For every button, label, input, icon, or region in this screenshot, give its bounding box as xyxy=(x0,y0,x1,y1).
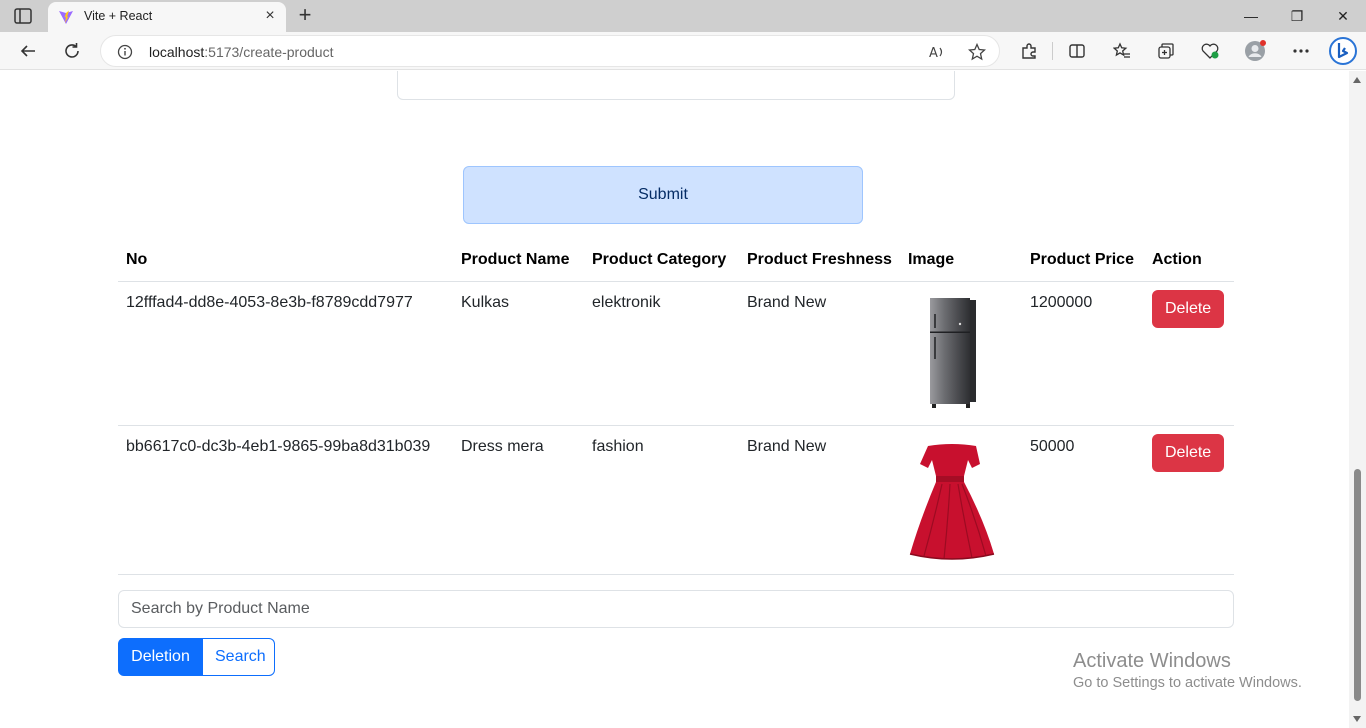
activate-windows-watermark: Activate Windows Go to Settings to activ… xyxy=(1073,650,1302,691)
tab-title: Vite + React xyxy=(84,9,153,23)
header-image: Image xyxy=(899,239,1022,282)
more-options-icon[interactable] xyxy=(1289,39,1313,63)
watermark-title: Activate Windows xyxy=(1073,650,1231,672)
browser-essentials-icon[interactable] xyxy=(1198,39,1222,63)
cell-product-category: fashion xyxy=(584,425,739,575)
toolbar-divider xyxy=(1052,42,1053,60)
header-product-category: Product Category xyxy=(584,239,739,282)
cell-product-freshness: Brand New xyxy=(739,425,900,575)
browser-toolbar: localhost:5173/create-product A xyxy=(0,32,1366,70)
browser-tab-active[interactable]: Vite + React × xyxy=(48,2,286,32)
page-viewport: Submit No Product Name Product Category … xyxy=(0,71,1349,728)
page-scrollbar[interactable] xyxy=(1349,71,1366,728)
cell-product-name: Dress mera xyxy=(453,425,584,575)
cell-no: 12fffad4-dd8e-4053-8e3b-f8789cdd7977 xyxy=(118,281,453,426)
back-arrow-icon[interactable] xyxy=(16,39,40,63)
search-input[interactable] xyxy=(118,590,1234,628)
cell-product-freshness: Brand New xyxy=(739,281,900,426)
profile-avatar-icon[interactable] xyxy=(1243,39,1267,63)
cell-product-name: Kulkas xyxy=(453,281,584,426)
cell-product-category: elektronik xyxy=(584,281,739,426)
cell-image xyxy=(899,281,1022,426)
scroll-down-arrow-icon[interactable] xyxy=(1353,716,1361,722)
cell-no: bb6617c0-dc3b-4eb1-9865-99ba8d31b039 xyxy=(118,425,453,575)
submit-button[interactable]: Submit xyxy=(463,166,863,224)
scrollbar-thumb[interactable] xyxy=(1354,469,1361,701)
favorite-star-icon[interactable] xyxy=(967,42,987,62)
restore-button[interactable]: ❐ xyxy=(1274,4,1320,28)
action-button-group: Deletion Search xyxy=(118,638,275,676)
table-header-row: No Product Name Product Category Product… xyxy=(118,239,1234,282)
table-row: 12fffad4-dd8e-4053-8e3b-f8789cdd7977 Kul… xyxy=(118,281,1234,426)
address-bar[interactable]: localhost:5173/create-product A xyxy=(100,35,1000,67)
minimize-button[interactable]: — xyxy=(1228,4,1274,28)
cell-product-price: 1200000 xyxy=(1021,281,1144,426)
url-path: :5173/create-product xyxy=(204,44,334,60)
watermark-subtitle: Go to Settings to activate Windows. xyxy=(1073,675,1302,691)
close-window-button[interactable]: ✕ xyxy=(1320,4,1366,28)
site-info-icon[interactable] xyxy=(117,44,133,60)
refresh-icon[interactable] xyxy=(60,39,84,63)
split-screen-icon[interactable] xyxy=(1065,39,1089,63)
vite-logo-icon xyxy=(58,9,74,25)
table-row: bb6617c0-dc3b-4eb1-9865-99ba8d31b039 Dre… xyxy=(118,425,1234,575)
read-aloud-icon[interactable]: A xyxy=(927,42,947,62)
red-dress-image xyxy=(909,443,995,560)
cell-action: Delete xyxy=(1143,425,1234,575)
products-table: No Product Name Product Category Product… xyxy=(118,239,1234,575)
svg-text:A: A xyxy=(929,46,938,60)
url-text: localhost:5173/create-product xyxy=(149,44,333,60)
delete-button[interactable]: Delete xyxy=(1151,433,1225,472)
cell-image xyxy=(899,425,1022,575)
form-input-partial[interactable] xyxy=(397,71,955,100)
extensions-icon[interactable] xyxy=(1017,39,1041,63)
tab-actions-icon[interactable] xyxy=(14,8,32,24)
header-product-freshness: Product Freshness xyxy=(739,239,900,282)
search-button[interactable]: Search xyxy=(203,638,275,676)
collections-icon[interactable] xyxy=(1154,39,1178,63)
header-action: Action xyxy=(1143,239,1234,282)
scroll-up-arrow-icon[interactable] xyxy=(1353,77,1361,83)
cell-action: Delete xyxy=(1143,281,1234,426)
header-product-price: Product Price xyxy=(1021,239,1144,282)
new-tab-button[interactable]: + xyxy=(294,4,316,27)
deletion-button[interactable]: Deletion xyxy=(118,638,203,676)
header-product-name: Product Name xyxy=(453,239,584,282)
browser-tabstrip: Vite + React × + — ❐ ✕ xyxy=(0,0,1366,32)
delete-button[interactable]: Delete xyxy=(1151,289,1225,328)
copilot-icon[interactable] xyxy=(1328,36,1358,66)
refrigerator-image xyxy=(929,297,976,408)
favorites-icon[interactable] xyxy=(1110,39,1134,63)
url-host: localhost xyxy=(149,44,205,60)
cell-product-price: 50000 xyxy=(1021,425,1144,575)
header-no: No xyxy=(118,239,453,282)
close-tab-icon[interactable]: × xyxy=(262,8,278,24)
